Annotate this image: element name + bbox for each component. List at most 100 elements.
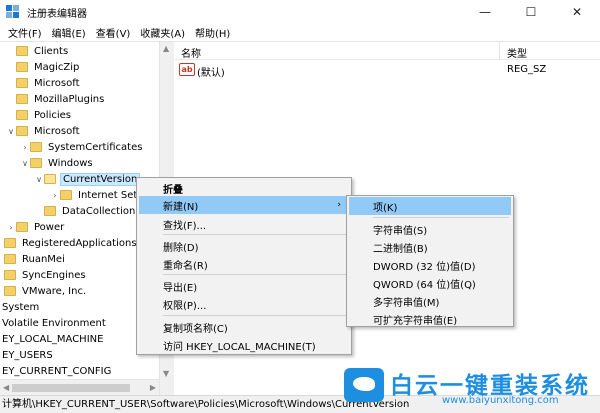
tree-item[interactable]: Clients <box>6 43 70 59</box>
expand-right-icon[interactable]: › <box>50 191 60 200</box>
submenu-item[interactable]: QWORD (64 位)值(Q) <box>349 274 511 292</box>
tree-item[interactable]: › Internet Sett <box>50 187 143 203</box>
context_menu-item[interactable]: 权限(P)... <box>139 295 349 313</box>
watermark-url: www.baiyunxitong.com <box>442 395 559 406</box>
folder-icon <box>16 46 28 56</box>
folder-icon <box>16 222 28 232</box>
context_menu-item-label: 折叠 <box>163 184 183 196</box>
context_menu-item-label: 复制项名称(C) <box>163 323 228 335</box>
menu-separator <box>373 217 509 218</box>
tree-item[interactable]: MagicZip <box>6 59 81 75</box>
tree-item[interactable]: EY_CURRENT_CONFIG <box>0 363 113 379</box>
submenu-item-label: DWORD (32 位)值(D) <box>373 261 476 273</box>
tree-item-label: DataCollection <box>62 205 136 217</box>
scroll-up-icon[interactable]: ▲ <box>163 44 169 53</box>
tree-item[interactable]: VMware, Inc. <box>4 283 88 299</box>
new-submenu: 项(K) 字符串值(S) 二进制值(B) DWORD (32 位)值(D) QWORD … <box>346 195 514 327</box>
context_menu-item-label: 访问 HKEY_LOCAL_MACHINE(T) <box>163 341 316 353</box>
submenu-item[interactable]: 字符串值(S) <box>349 220 511 238</box>
context_menu-item[interactable]: 折叠 <box>139 179 349 197</box>
column-name[interactable]: 名称 <box>181 45 201 60</box>
folder-icon <box>30 158 42 168</box>
tree-item[interactable]: MozillaPlugins <box>6 91 106 107</box>
context-menu: 折叠 新建(N) › 查找(F)... 删除(D) 重命名(R) 导出(E) 权限(P)...… <box>136 177 352 355</box>
close-button[interactable]: ✕ <box>554 0 600 24</box>
context_menu-item-label: 查找(F)... <box>163 220 207 232</box>
tree-item[interactable]: ∨ Microsoft <box>6 123 82 139</box>
maximize-button[interactable]: ☐ <box>508 0 554 24</box>
context_menu-item[interactable]: 访问 HKEY_LOCAL_MACHINE(T) <box>139 336 349 354</box>
scroll-left-icon[interactable]: ◀ <box>3 383 9 392</box>
column-type[interactable]: 类型 <box>507 45 527 60</box>
tree-item-label: SyncEngines <box>22 269 86 281</box>
tree-item[interactable]: RuanMei <box>4 251 67 267</box>
context_menu-item[interactable]: 导出(E) <box>139 277 349 295</box>
tree-item-label: CurrentVersion <box>60 172 141 186</box>
folder-icon <box>16 78 28 88</box>
tree-item-label: Volatile Environment <box>2 317 106 329</box>
tree-item-label: Microsoft <box>34 77 80 89</box>
scroll-right-icon[interactable]: ▶ <box>150 383 156 392</box>
expand-down-icon[interactable]: ∨ <box>6 127 16 136</box>
column-header: 名称 类型 <box>175 42 600 60</box>
expand-down-icon[interactable]: ∨ <box>20 159 30 168</box>
context_menu-item[interactable]: 复制项名称(C) <box>139 318 349 336</box>
regedit-icon <box>6 5 20 19</box>
folder-icon <box>4 270 16 280</box>
folder-icon <box>4 254 16 264</box>
context_menu-item[interactable]: 删除(D) <box>139 237 349 255</box>
tree-item[interactable]: Policies <box>6 107 73 123</box>
submenu-item[interactable]: DWORD (32 位)值(D) <box>349 256 511 274</box>
menu-help[interactable]: 帮助(H) <box>191 25 234 40</box>
tree-item[interactable]: SyncEngines <box>4 267 88 283</box>
tree-item-label: EY_USERS <box>2 349 53 361</box>
tree-item[interactable]: › SystemCertificates <box>20 139 144 155</box>
window-title: 注册表编辑器 <box>27 8 87 20</box>
tree-item[interactable]: Volatile Environment <box>0 315 108 331</box>
tree-item[interactable]: System <box>0 299 41 315</box>
tree-item-label: Microsoft <box>34 125 80 137</box>
submenu-item-label: QWORD (64 位)值(Q) <box>373 279 476 291</box>
menu-separator <box>163 274 347 275</box>
context_menu-item[interactable]: 重命名(R) <box>139 255 349 273</box>
tree-item-label: SystemCertificates <box>48 141 143 153</box>
tree-item-label: Clients <box>34 45 69 57</box>
expand-right-icon[interactable]: › <box>20 143 30 152</box>
tree-item[interactable]: EY_USERS <box>0 347 55 363</box>
tree-item[interactable]: ∨ Windows <box>20 155 95 171</box>
tree-item[interactable]: RegisteredApplications <box>4 235 139 251</box>
submenu-item-label: 二进制值(B) <box>373 243 428 255</box>
tree-item[interactable]: › Power <box>6 219 66 235</box>
tree-item[interactable]: Microsoft <box>6 75 82 91</box>
submenu-item[interactable]: 二进制值(B) <box>349 238 511 256</box>
submenu-item-label: 字符串值(S) <box>373 225 428 237</box>
submenu-item[interactable]: 项(K) <box>349 197 511 215</box>
tree-item-label: Internet Sett <box>78 189 142 201</box>
minimize-button[interactable]: — <box>462 0 508 24</box>
tree-item-label: MagicZip <box>34 61 80 73</box>
menu-edit[interactable]: 编辑(E) <box>48 25 90 40</box>
tree-horizontal-scrollbar[interactable]: ◀ ▶ <box>0 379 159 396</box>
tree-item-label: System <box>2 301 40 313</box>
tree-item[interactable]: DataCollection <box>34 203 137 219</box>
tree-item[interactable]: ∨ CurrentVersion <box>34 171 141 187</box>
value-row[interactable]: ab (默认) REG_SZ <box>175 62 600 79</box>
folder-icon <box>44 206 56 216</box>
tree-item[interactable]: EY_LOCAL_MACHINE <box>0 331 105 347</box>
menu-file[interactable]: 文件(F) <box>4 25 46 40</box>
tree-item-label: RegisteredApplications <box>22 237 137 249</box>
tree-item-label: MozillaPlugins <box>34 93 105 105</box>
context_menu-item[interactable]: 查找(F)... <box>139 215 349 233</box>
expand-down-icon[interactable]: ∨ <box>34 175 44 184</box>
tree-item-label: Windows <box>48 157 93 169</box>
submenu-item[interactable]: 多字符串值(M) <box>349 292 511 310</box>
value-name: (默认) <box>197 68 225 79</box>
context_menu-item[interactable]: 新建(N) › <box>139 196 349 214</box>
submenu-item[interactable]: 可扩充字符串值(E) <box>349 310 511 328</box>
scroll-down-icon[interactable]: ▼ <box>163 369 169 378</box>
menu-favorites[interactable]: 收藏夹(A) <box>136 25 189 40</box>
folder-icon <box>4 238 16 248</box>
expand-right-icon[interactable]: › <box>6 223 16 232</box>
scroll-thumb[interactable] <box>12 384 130 392</box>
menu-view[interactable]: 查看(V) <box>92 25 135 40</box>
